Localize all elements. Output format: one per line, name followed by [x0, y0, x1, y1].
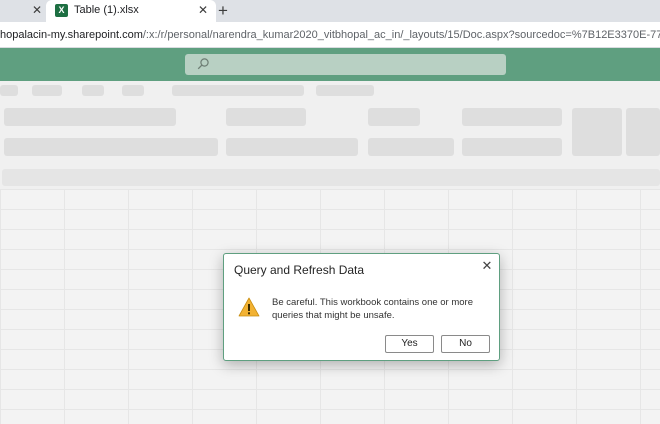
- tab-active-workbook[interactable]: X Table (1).xlsx ✕: [46, 0, 216, 22]
- ribbon-group-placeholder: [626, 108, 660, 156]
- url-path: /:x:/r/personal/narendra_kumar2020_vitbh…: [142, 29, 660, 41]
- ribbon-tab-placeholder: [82, 85, 104, 96]
- address-bar[interactable]: hopalacin-my.sharepoint.com/:x:/r/person…: [0, 22, 660, 48]
- query-refresh-dialog: Query and Refresh Data ✕ Be careful. Thi…: [223, 253, 500, 361]
- search-box[interactable]: [185, 54, 506, 75]
- ribbon-tab-placeholder: [32, 85, 62, 96]
- ribbon-tab-placeholder: [0, 85, 18, 96]
- ribbon-group-placeholder: [368, 108, 420, 126]
- ribbon-group-placeholder: [462, 108, 562, 126]
- ribbon-group-placeholder: [226, 108, 306, 126]
- close-tab-icon[interactable]: ✕: [32, 3, 42, 17]
- formula-bar-placeholder: [2, 169, 660, 186]
- no-button[interactable]: No: [441, 335, 490, 353]
- close-tab-icon[interactable]: ✕: [198, 3, 208, 17]
- ribbon-group-placeholder: [368, 138, 454, 156]
- ribbon-group-placeholder: [572, 108, 622, 156]
- ribbon-group-placeholder: [4, 138, 218, 156]
- url-host: hopalacin-my.sharepoint.com: [0, 29, 143, 41]
- ribbon-group-placeholder: [462, 138, 562, 156]
- ribbon-tab-placeholder: [122, 85, 144, 96]
- browser-window: ✕ X Table (1).xlsx ✕ + hopalacin-my.shar…: [0, 0, 660, 424]
- dialog-title: Query and Refresh Data: [234, 263, 365, 277]
- ribbon-placeholder: [0, 81, 660, 189]
- new-tab-button[interactable]: +: [218, 0, 228, 22]
- search-icon: [197, 58, 209, 70]
- ribbon-tab-placeholder: [172, 85, 304, 96]
- tab-previous[interactable]: ✕: [0, 0, 46, 22]
- dialog-message: Be careful. This workbook contains one o…: [272, 297, 474, 321]
- url-text[interactable]: hopalacin-my.sharepoint.com/:x:/r/person…: [0, 29, 660, 41]
- ribbon-tab-placeholder: [316, 85, 374, 96]
- excel-icon: X: [55, 4, 68, 17]
- tab-title: Table (1).xlsx: [74, 4, 139, 16]
- close-icon[interactable]: ✕: [480, 259, 494, 273]
- warning-icon: [238, 297, 260, 317]
- tab-strip: ✕ X Table (1).xlsx ✕ +: [0, 0, 660, 22]
- ribbon-group-placeholder: [4, 108, 176, 126]
- yes-button[interactable]: Yes: [385, 335, 434, 353]
- ribbon-group-placeholder: [226, 138, 358, 156]
